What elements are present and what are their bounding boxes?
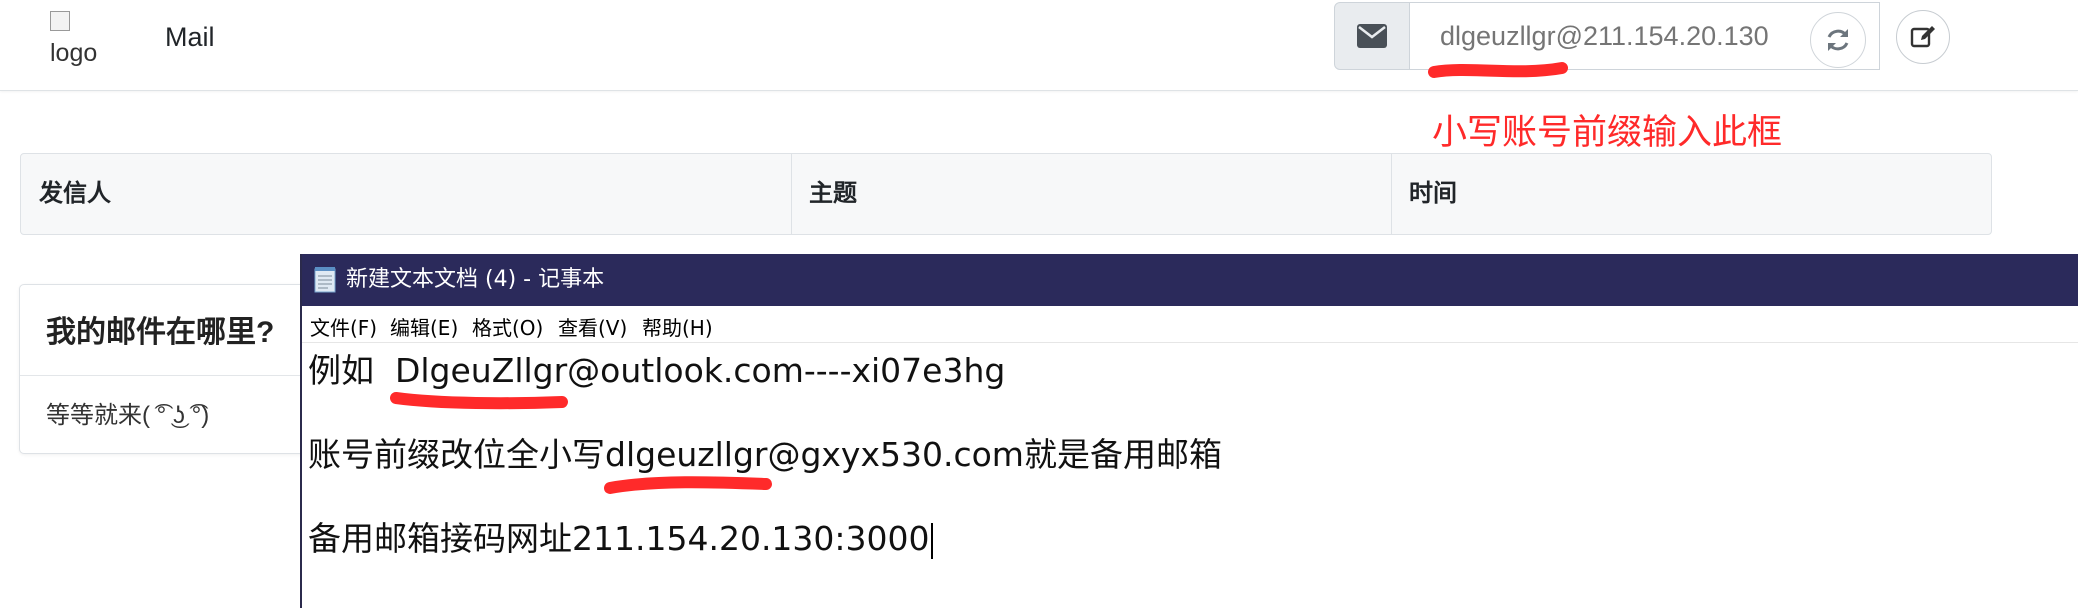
notepad-titlebar[interactable]: 新建文本文档 (4) - 记事本 (302, 254, 2078, 306)
text-caret (930, 522, 933, 559)
top-navbar: logo Mail (0, 0, 2078, 91)
column-header-subject: 主题 (809, 180, 857, 207)
logo[interactable]: logo (50, 8, 110, 68)
column-header-sender: 发信人 (39, 180, 111, 207)
red-underline-mark (390, 392, 568, 410)
red-underline-mark (1428, 62, 1568, 78)
help-card-body: 等等就来( ͡° ͜ʖ ͡°) (46, 402, 210, 429)
brand-title[interactable]: Mail (165, 22, 215, 53)
column-header-time: 时间 (1409, 180, 1457, 207)
notepad-text-line[interactable]: 账号前缀改位全小写dlgeuzllgr@gxyx530.com就是备用邮箱 (308, 428, 1222, 476)
help-card-title: 我的邮件在哪里? (46, 316, 275, 349)
notepad-text-line: 备用邮箱接码网址211.154.20.130:3000 (308, 519, 930, 558)
menu-view[interactable]: 查看(V) (558, 312, 627, 341)
broken-image-icon (50, 11, 70, 31)
refresh-button[interactable] (1810, 12, 1866, 68)
refresh-icon (1827, 29, 1849, 51)
notepad-text-line-last[interactable]: 备用邮箱接码网址211.154.20.130:3000 (308, 512, 933, 560)
envelope-icon (1357, 24, 1387, 48)
mail-list-table: 发信人 主题 时间 (20, 153, 1992, 235)
notepad-menubar: 文件(F) 编辑(E) 格式(O) 查看(V) 帮助(H) (302, 306, 2078, 343)
help-card: 我的邮件在哪里? 等等就来( ͡° ͜ʖ ͡°) (19, 284, 339, 454)
menu-format[interactable]: 格式(O) (472, 312, 543, 341)
notepad-window[interactable]: 新建文本文档 (4) - 记事本 文件(F) 编辑(E) 格式(O) 查看(V)… (300, 254, 2078, 608)
red-underline-mark (604, 476, 772, 494)
mailbox-button[interactable] (1334, 2, 1410, 70)
menu-edit[interactable]: 编辑(E) (390, 312, 458, 341)
notepad-title: 新建文本文档 (4) - 记事本 (346, 267, 605, 292)
divider (20, 375, 338, 376)
logo-alt-text: logo (50, 39, 98, 67)
notepad-icon (314, 267, 336, 293)
red-annotation-note: 小写账号前缀输入此框 (1432, 113, 1783, 153)
notepad-text-line[interactable]: 例如 DlgeuZllgr@outlook.com----xi07e3hg (308, 344, 1005, 392)
edit-icon (1910, 26, 1935, 48)
menu-help[interactable]: 帮助(H) (642, 312, 713, 341)
menu-file[interactable]: 文件(F) (310, 312, 377, 341)
compose-button[interactable] (1896, 10, 1950, 64)
